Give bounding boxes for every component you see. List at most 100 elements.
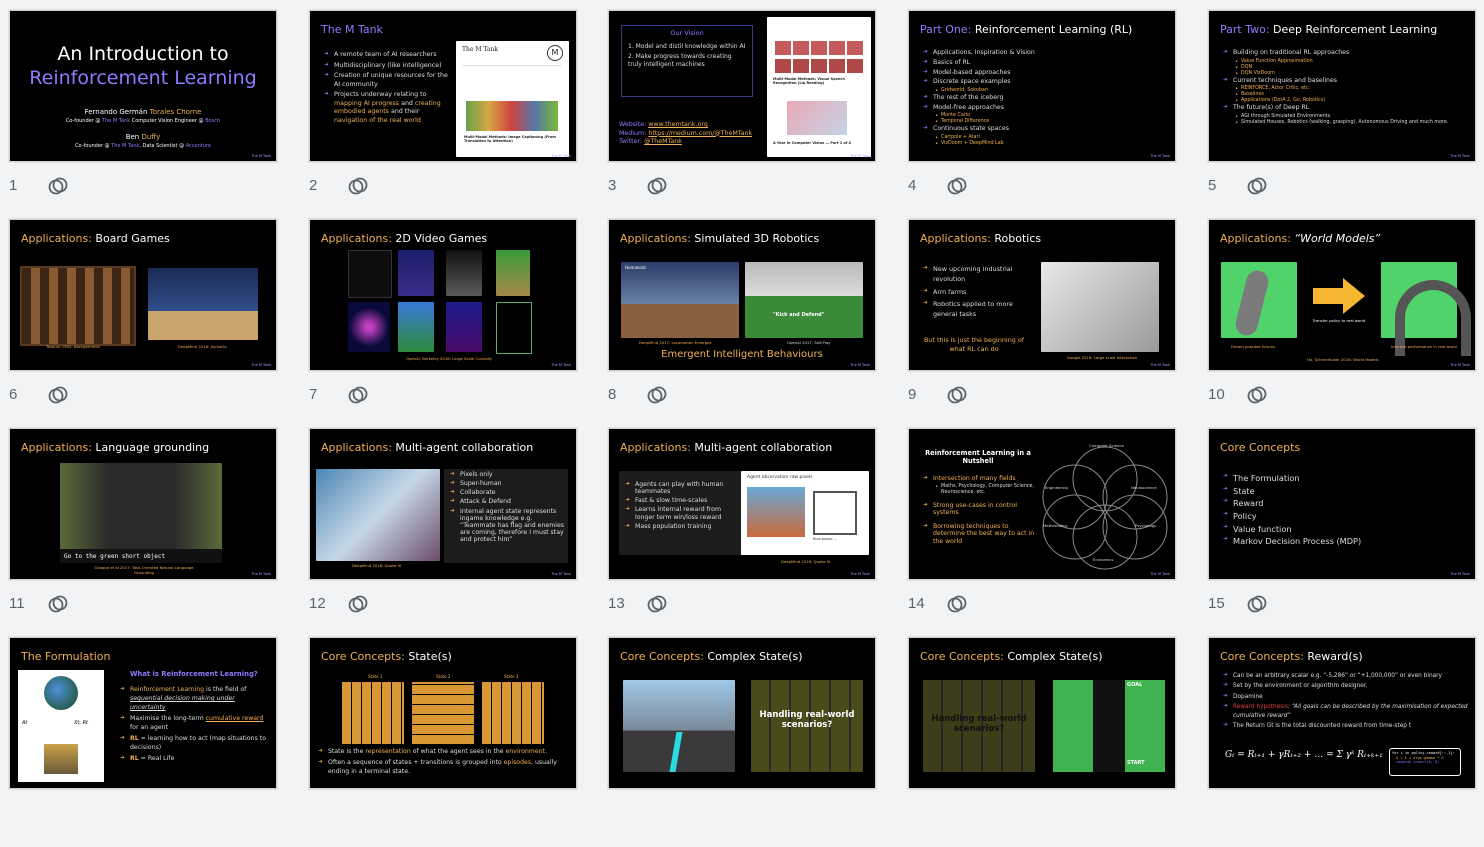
rl-loop-diagram: At Xt, Rt xyxy=(18,670,104,782)
slide-17-canvas[interactable]: Core Concepts: State(s) State 1 State 2 … xyxy=(309,637,577,789)
linked-slide-icon[interactable] xyxy=(47,175,69,197)
slide-9-title: Applications: Robotics xyxy=(920,232,1042,245)
slide-number: 7 xyxy=(309,386,318,403)
linked-slide-icon[interactable] xyxy=(1246,175,1268,197)
linked-slide-icon[interactable] xyxy=(646,384,668,406)
slide-thumbnail-5[interactable]: Part Two: Deep Reinforcement Learning Bu… xyxy=(1208,10,1476,220)
linked-slide-icon[interactable] xyxy=(347,593,369,615)
medium-screenshot-image: The M Tank M Multi-Modal Methods: Image … xyxy=(456,41,569,157)
slide-20-bullets: Can be an arbitrary scalar e.g. “-5,286”… xyxy=(1223,672,1473,732)
slide-number: 11 xyxy=(9,595,25,612)
linked-slide-icon[interactable] xyxy=(47,384,69,406)
linked-slide-icon[interactable] xyxy=(946,593,968,615)
slide-thumbnail-19[interactable]: Core Concepts: Complex State(s) Handling… xyxy=(908,637,1176,847)
slide-footer: The M Tank xyxy=(551,154,571,158)
slide-footer: The M Tank xyxy=(1450,363,1470,367)
grid-state-2 xyxy=(412,682,474,744)
linked-slide-icon[interactable] xyxy=(646,175,668,197)
slide-16-title: The Formulation xyxy=(21,650,111,663)
linked-slide-icon[interactable] xyxy=(347,175,369,197)
medium-link[interactable]: https://medium.com/@TheMTank xyxy=(648,130,752,137)
slide-20-canvas[interactable]: Core Concepts: Reward(s) Can be an arbit… xyxy=(1208,637,1476,789)
linked-slide-icon[interactable] xyxy=(646,593,668,615)
slide-thumbnail-16[interactable]: The Formulation At Xt, Rt What is Reinfo… xyxy=(9,637,277,847)
slide-1-canvas[interactable]: An Introduction to Reinforcement Learnin… xyxy=(9,10,277,162)
vizdoom-image: Go to the green short object xyxy=(60,463,222,563)
slide-thumbnail-8[interactable]: Applications: Simulated 3D Robotics Huma… xyxy=(608,219,876,429)
slide-thumbnail-18[interactable]: Core Concepts: Complex State(s) Handling… xyxy=(608,637,876,847)
slide-9-bullets: New upcoming industrial revolutionArm fa… xyxy=(923,264,1035,321)
slide-thumbnail-11[interactable]: Applications: Language grounding Go to t… xyxy=(9,428,277,638)
slide-thumbnail-10[interactable]: Applications: “World Models” Transfer po… xyxy=(1208,219,1476,429)
slide-5-canvas[interactable]: Part Two: Deep Reinforcement Learning Bu… xyxy=(1208,10,1476,162)
slide-8-canvas[interactable]: Applications: Simulated 3D Robotics Huma… xyxy=(608,219,876,371)
slide-footer: The M Tank xyxy=(551,572,571,576)
slide-11-canvas[interactable]: Applications: Language grounding Go to t… xyxy=(9,428,277,580)
slide-footer: The M Tank xyxy=(551,363,571,367)
slide-18-title: Core Concepts: Complex State(s) xyxy=(620,650,803,663)
slide-4-canvas[interactable]: Part One: Reinforcement Learning (RL) Ap… xyxy=(908,10,1176,162)
slide-footer: The M Tank xyxy=(850,572,870,576)
slide-thumbnail-3[interactable]: Our Vision 1. Model and distil knowledge… xyxy=(608,10,876,220)
slide-12-canvas[interactable]: Applications: Multi-agent collaboration … xyxy=(309,428,577,580)
slide-6-canvas[interactable]: Applications: Board Games Tesauro 1992: … xyxy=(9,219,277,371)
slide-16-canvas[interactable]: The Formulation At Xt, Rt What is Reinfo… xyxy=(9,637,277,789)
slide-14-title: Reinforcement Learning in a Nutshell xyxy=(925,449,1031,465)
slide-number: 15 xyxy=(1208,595,1225,612)
linked-slide-icon[interactable] xyxy=(1246,593,1268,615)
slide-8-title: Applications: Simulated 3D Robotics xyxy=(620,232,820,245)
state-label: State 1 xyxy=(368,674,383,679)
twitter-link[interactable]: @TheMTank xyxy=(644,138,682,145)
linked-slide-icon[interactable] xyxy=(1246,384,1268,406)
slide-thumbnail-14[interactable]: Reinforcement Learning in a Nutshell Int… xyxy=(908,428,1176,638)
venn-label: Economics xyxy=(1093,557,1114,562)
quake-image xyxy=(316,469,440,561)
slide-3-canvas[interactable]: Our Vision 1. Model and distil knowledge… xyxy=(608,10,876,162)
slide-thumbnail-12[interactable]: Applications: Multi-agent collaboration … xyxy=(309,428,577,638)
slide-footer: The M Tank xyxy=(1150,154,1170,158)
slide-thumbnail-2[interactable]: The M Tank A remote team of AI researche… xyxy=(309,10,577,220)
game-screenshot xyxy=(446,250,482,296)
arrow-right-icon xyxy=(1313,278,1365,314)
slide-15-canvas[interactable]: Core Concepts The FormulationStateReward… xyxy=(1208,428,1476,580)
slide-12-title: Applications: Multi-agent collaboration xyxy=(321,441,534,454)
slide-thumbnail-15[interactable]: Core Concepts The FormulationStateReward… xyxy=(1208,428,1476,638)
slide-18-canvas[interactable]: Core Concepts: Complex State(s) Handling… xyxy=(608,637,876,789)
slide-14-bullets: Intersection of many fields Maths, Psych… xyxy=(923,475,1035,547)
linked-slide-icon[interactable] xyxy=(946,384,968,406)
slide-7-canvas[interactable]: Applications: 2D Video Games OpenAI, Ber… xyxy=(309,219,577,371)
slide-9-note: But this is just the beginning of what R… xyxy=(923,336,1024,354)
slide-2-canvas[interactable]: The M Tank A remote team of AI researche… xyxy=(309,10,577,162)
slide-11-title: Applications: Language grounding xyxy=(21,441,210,454)
slide-thumbnail-1[interactable]: An Introduction to Reinforcement Learnin… xyxy=(9,10,277,220)
slide-14-canvas[interactable]: Reinforcement Learning in a Nutshell Int… xyxy=(908,428,1176,580)
bullet: Projects underway relating to mapping AI… xyxy=(324,91,454,125)
slide-17-title: Core Concepts: State(s) xyxy=(321,650,452,663)
slide-1-author2-role: Co-founder @ The M Tank, Data Scientist … xyxy=(75,143,211,149)
slide-thumbnail-4[interactable]: Part One: Reinforcement Learning (RL) Ap… xyxy=(908,10,1176,220)
slide-thumbnail-13[interactable]: Applications: Multi-agent collaboration … xyxy=(608,428,876,638)
game-screenshot xyxy=(496,302,532,354)
slide-number: 3 xyxy=(608,177,617,194)
slide-10-canvas[interactable]: Applications: “World Models” Transfer po… xyxy=(1208,219,1476,371)
caption: Ha, Schmidhuber 2018: World Models xyxy=(1307,357,1379,362)
linked-slide-icon[interactable] xyxy=(347,384,369,406)
faded-traffic-image: Handling real-world scenarios? xyxy=(923,680,1035,772)
self-driving-image xyxy=(623,680,735,772)
venn-label: Engineering xyxy=(1045,485,1068,490)
slide-2-bullets: A remote team of AI researchers Multidis… xyxy=(324,51,454,127)
website-link[interactable]: www.themtank.org xyxy=(648,121,708,128)
slide-thumbnail-17[interactable]: Core Concepts: State(s) State 1 State 2 … xyxy=(309,637,577,847)
slide-13-canvas[interactable]: Applications: Multi-agent collaboration … xyxy=(608,428,876,580)
linked-slide-icon[interactable] xyxy=(47,593,69,615)
slide-thumbnail-7[interactable]: Applications: 2D Video Games OpenAI, Ber… xyxy=(309,219,577,429)
alphago-image xyxy=(148,268,258,340)
slide-thumbnail-9[interactable]: Applications: Robotics New upcoming indu… xyxy=(908,219,1176,429)
slide-thumbnail-20[interactable]: Core Concepts: Reward(s) Can be an arbit… xyxy=(1208,637,1476,847)
slide-thumbnail-6[interactable]: Applications: Board Games Tesauro 1992: … xyxy=(9,219,277,429)
linked-slide-icon[interactable] xyxy=(946,175,968,197)
caption: OpenAI 2017: Self-Play xyxy=(787,340,831,345)
slide-number: 8 xyxy=(608,386,617,403)
slide-19-canvas[interactable]: Core Concepts: Complex State(s) Handling… xyxy=(908,637,1176,789)
slide-9-canvas[interactable]: Applications: Robotics New upcoming indu… xyxy=(908,219,1176,371)
